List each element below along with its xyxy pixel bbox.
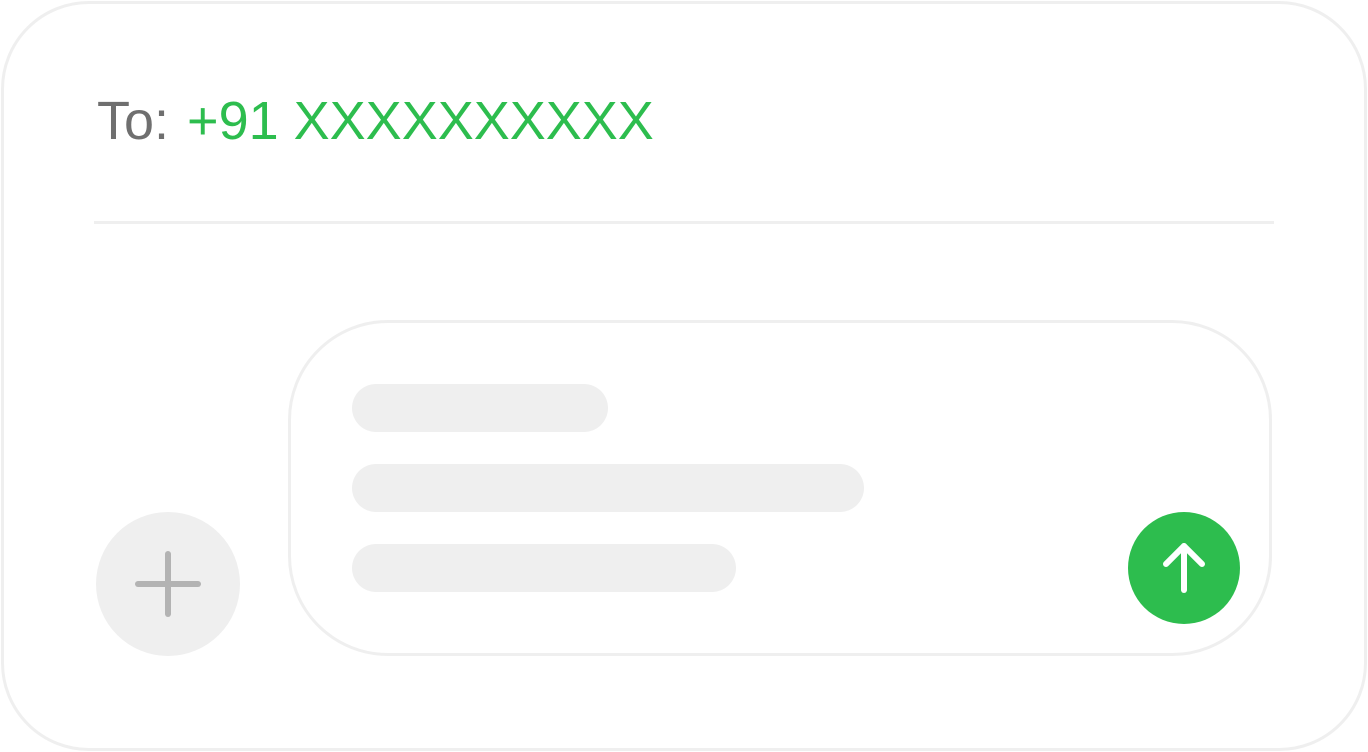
recipient-number[interactable]: +91 XXXXXXXXXX: [187, 91, 654, 151]
text-placeholder-line-2: [352, 464, 864, 512]
send-button[interactable]: [1128, 512, 1240, 624]
text-placeholder-line-3: [352, 544, 736, 592]
arrow-up-icon: [1128, 512, 1240, 624]
header-divider: [94, 221, 1274, 224]
recipient-row[interactable]: To: +91 XXXXXXXXXX: [97, 88, 654, 154]
plus-icon: [96, 512, 240, 656]
add-attachment-button[interactable]: [96, 512, 240, 656]
to-label: To:: [97, 91, 170, 151]
text-placeholder-line-1: [352, 384, 608, 432]
